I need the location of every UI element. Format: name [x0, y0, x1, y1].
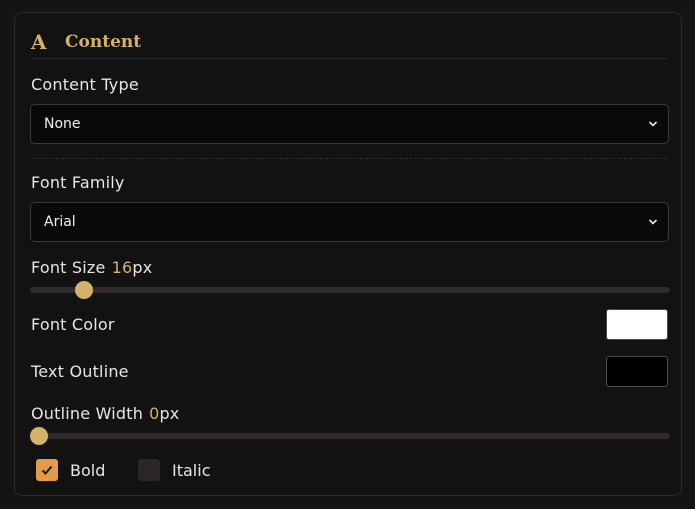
- letter-a-icon: A: [31, 30, 47, 54]
- outline-width-slider-thumb[interactable]: [30, 427, 48, 445]
- italic-label: Italic: [172, 460, 211, 480]
- font-family-select[interactable]: Arial: [30, 202, 669, 242]
- italic-checkbox[interactable]: [138, 459, 160, 481]
- outline-width-slider[interactable]: [30, 427, 670, 445]
- bold-option[interactable]: Bold: [36, 459, 105, 481]
- font-size-label-text: Font Size: [31, 258, 106, 277]
- font-color-swatch[interactable]: [606, 309, 668, 340]
- outline-width-value: 0: [149, 404, 160, 423]
- bold-checkbox[interactable]: [36, 459, 58, 481]
- content-type-value: None: [44, 116, 81, 132]
- font-size-slider[interactable]: [30, 281, 670, 299]
- chevron-down-icon: [648, 121, 658, 127]
- italic-option[interactable]: Italic: [138, 459, 210, 481]
- outline-width-label-text: Outline Width: [31, 404, 144, 423]
- font-size-label: Font Size 16px: [31, 258, 152, 277]
- text-outline-swatch[interactable]: [606, 356, 668, 387]
- font-color-label: Font Color: [31, 315, 115, 334]
- section-divider: [31, 158, 667, 159]
- font-family-value: Arial: [44, 214, 76, 230]
- content-panel: A Content Content Type None Font Family …: [14, 12, 682, 496]
- chevron-down-icon: [648, 219, 658, 225]
- header-divider: [31, 58, 667, 59]
- font-size-unit: px: [132, 258, 153, 277]
- text-outline-label: Text Outline: [31, 362, 129, 381]
- font-size-value: 16: [111, 258, 133, 277]
- font-family-label: Font Family: [31, 173, 125, 192]
- content-type-label: Content Type: [31, 75, 139, 94]
- checkmark-icon: [41, 465, 53, 475]
- outline-width-label: Outline Width 0px: [31, 404, 179, 423]
- outline-width-unit: px: [159, 404, 180, 423]
- section-title: Content: [65, 32, 142, 52]
- content-type-select[interactable]: None: [30, 104, 669, 144]
- section-header: A Content: [31, 29, 141, 55]
- bold-label: Bold: [70, 460, 106, 480]
- font-size-slider-thumb[interactable]: [75, 281, 94, 299]
